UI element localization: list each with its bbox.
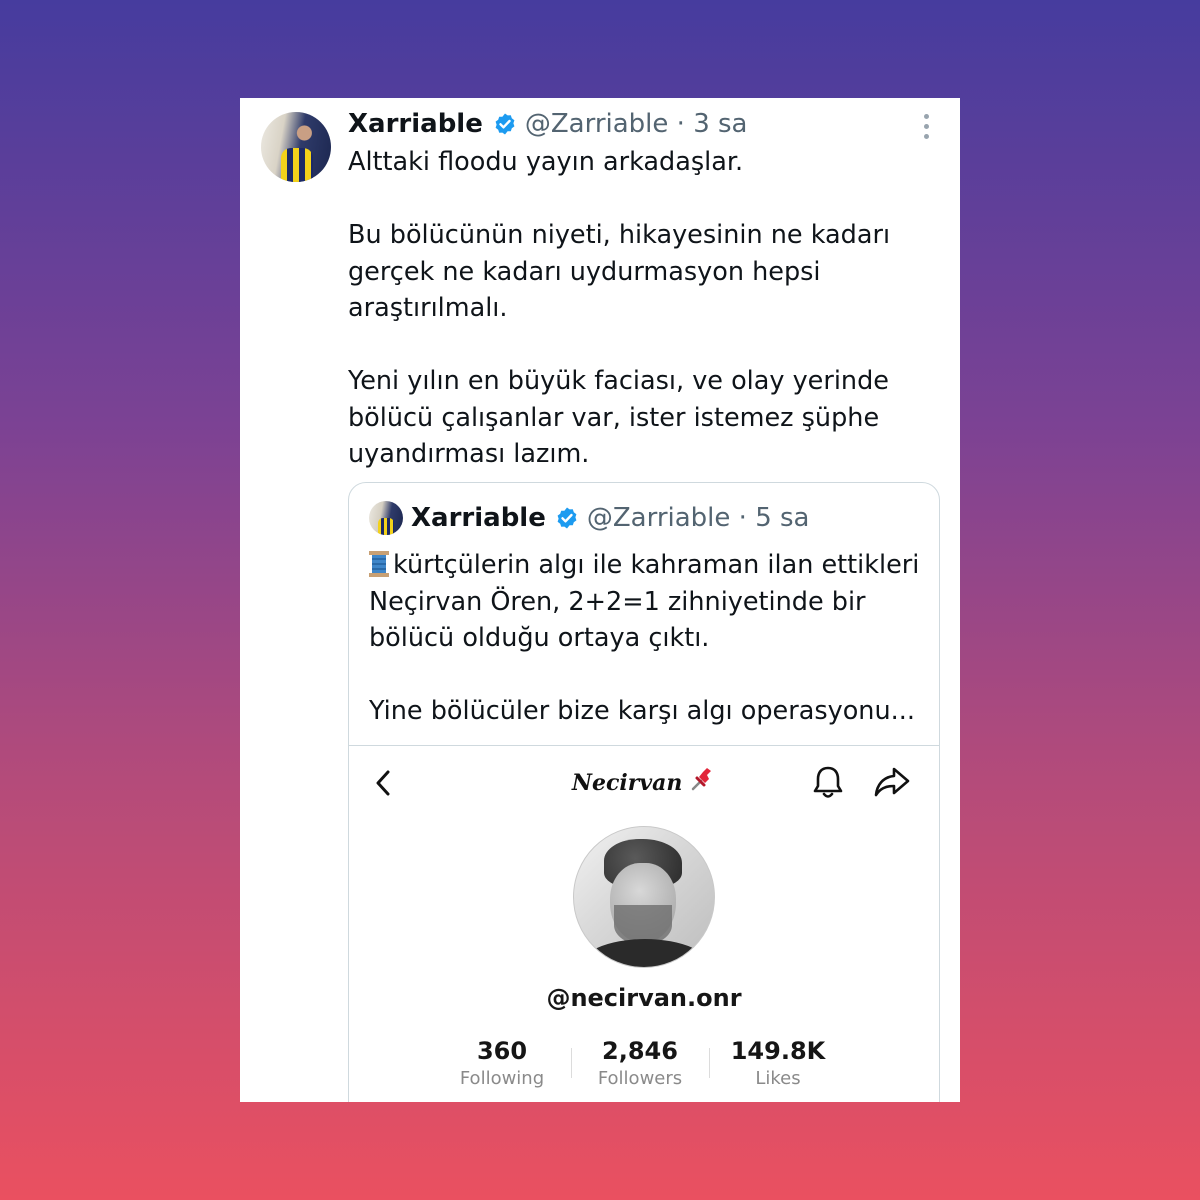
- spool-icon: [369, 551, 389, 577]
- quoted-author-avatar: [369, 501, 403, 535]
- quoted-paragraph-text: kürtçülerin algı ile kahraman ilan ettik…: [369, 550, 920, 653]
- tweet-paragraph: Bu bölücünün niyeti, hikayesinin ne kada…: [348, 220, 891, 323]
- quoted-tweet-body: kürtçülerin algı ile kahraman ilan ettik…: [369, 547, 929, 730]
- stat-likes: 149.8K Likes: [709, 1036, 847, 1096]
- stat-following: 360 Following: [433, 1036, 571, 1096]
- profile-stats: 360 Following 2,846 Followers 149.8K Lik…: [433, 1036, 853, 1096]
- quoted-tweet-header: Xarriable @Zarriable · 5 sa: [369, 501, 809, 535]
- author-name[interactable]: Xarriable: [348, 109, 483, 139]
- tweet-paragraph: Yeni yılın en büyük faciası, ve olay yer…: [348, 366, 889, 469]
- bell-icon: [813, 766, 843, 798]
- stat-followers: 2,846 Followers: [571, 1036, 709, 1096]
- tweet-card: Xarriable @Zarriable · 3 sa Alttaki floo…: [240, 98, 960, 1102]
- tweet-body: Alttaki floodu yayın arkadaşlar. Bu bölü…: [348, 144, 928, 473]
- stat-label: Likes: [755, 1068, 801, 1089]
- pushpin-icon: [691, 768, 712, 791]
- quoted-paragraph: Yine bölücüler bize karşı algı operasyon…: [369, 696, 915, 726]
- profile-avatar: [573, 826, 715, 968]
- verified-badge-icon: [557, 507, 577, 529]
- stat-value: 149.8K: [730, 1037, 826, 1065]
- tweet-header: Xarriable @Zarriable · 3 sa: [348, 106, 747, 142]
- more-options-icon[interactable]: [924, 114, 930, 139]
- quoted-paragraph: kürtçülerin algı ile kahraman ilan ettik…: [369, 547, 929, 657]
- share-arrow-icon: [874, 767, 910, 797]
- profile-username: @necirvan.onr: [546, 984, 742, 1012]
- quoted-tweet[interactable]: Xarriable @Zarriable · 5 sa kürtçülerin …: [348, 482, 940, 1102]
- author-avatar[interactable]: [261, 112, 331, 182]
- stat-label: Following: [459, 1068, 545, 1089]
- author-handle-time[interactable]: @Zarriable · 3 sa: [525, 109, 748, 139]
- stat-value: 2,846: [602, 1037, 678, 1065]
- quoted-author-name: Xarriable: [411, 503, 546, 533]
- quoted-author-handle-time: @Zarriable · 5 sa: [586, 503, 810, 533]
- stat-label: Followers: [597, 1068, 683, 1089]
- profile-title: Necirvan: [349, 766, 939, 796]
- stat-value: 360: [476, 1037, 528, 1065]
- profile-title-text: Necirvan: [571, 770, 683, 796]
- tweet-paragraph: Alttaki floodu yayın arkadaşlar.: [348, 147, 744, 177]
- verified-badge-icon: [495, 113, 515, 135]
- profile-screenshot-image[interactable]: Necirvan @necirvan.onr 360 Following 2,8…: [349, 745, 939, 1102]
